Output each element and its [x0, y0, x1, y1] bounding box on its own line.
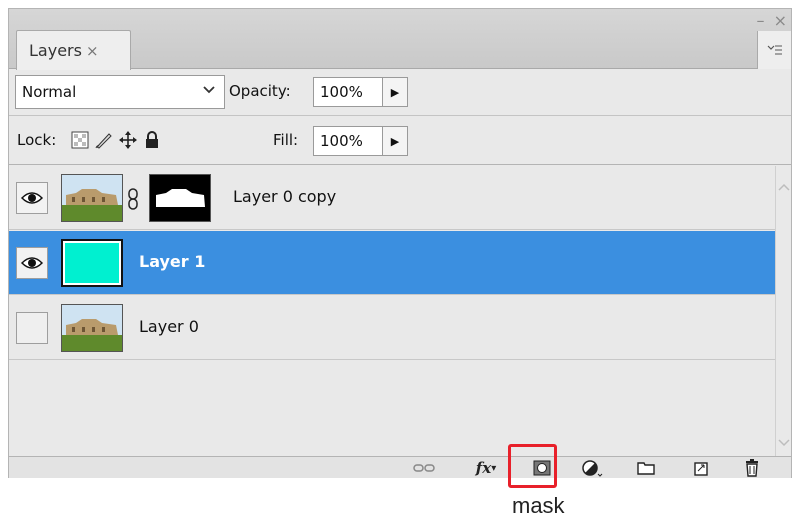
blend-opacity-row: Normal Opacity: 100% ▶: [9, 70, 791, 116]
layer-name[interactable]: Layer 1: [139, 252, 205, 271]
layers-panel: Layers × – × Normal Opacity: 100% ▶ Lock…: [8, 8, 792, 478]
fill-label: Fill:: [273, 131, 299, 149]
tab-close-icon[interactable]: ×: [86, 42, 99, 60]
lock-transparent-icon[interactable]: [69, 129, 91, 151]
tab-layers[interactable]: Layers ×: [16, 30, 131, 70]
layer-thumbnail: [61, 174, 123, 222]
lock-all-icon[interactable]: [141, 129, 163, 151]
eye-icon: [21, 257, 43, 269]
window-controls[interactable]: – ×: [757, 11, 790, 30]
visibility-toggle[interactable]: [16, 312, 48, 344]
mask-highlight-box: [508, 444, 557, 488]
opacity-slider-button[interactable]: ▶: [382, 77, 408, 107]
fill-slider-button[interactable]: ▶: [382, 126, 408, 156]
layer-row-layer-1[interactable]: Layer 1: [9, 231, 777, 295]
scroll-down-icon[interactable]: [778, 436, 790, 450]
blend-mode-value: Normal: [22, 83, 77, 101]
lock-image-icon[interactable]: [93, 129, 115, 151]
scroll-up-icon[interactable]: [778, 180, 790, 194]
layer-name[interactable]: Layer 0 copy: [233, 187, 336, 206]
layer-row-layer-0[interactable]: Layer 0: [9, 296, 777, 360]
fx-icon[interactable]: fx ▾: [471, 456, 501, 480]
visibility-toggle[interactable]: [16, 182, 48, 214]
tab-label: Layers: [29, 41, 82, 60]
delete-icon[interactable]: [739, 456, 765, 480]
lock-fill-row: Lock: Fill: 100% ▶: [9, 117, 791, 165]
lock-label: Lock:: [17, 131, 57, 149]
fx-label: fx: [475, 459, 492, 477]
lock-position-icon[interactable]: [117, 129, 139, 151]
layer-thumbnail: [61, 239, 123, 287]
new-group-icon[interactable]: [633, 456, 659, 480]
layers-scrollbar[interactable]: [775, 166, 791, 456]
panel-menu-icon[interactable]: [757, 31, 791, 69]
adjustment-layer-icon[interactable]: [577, 456, 607, 480]
layer-mask-link-icon[interactable]: [127, 188, 139, 214]
new-layer-icon[interactable]: [689, 456, 715, 480]
opacity-input[interactable]: 100%: [313, 77, 383, 107]
layer-name[interactable]: Layer 0: [139, 317, 199, 336]
eye-icon: [21, 192, 43, 204]
link-layers-icon[interactable]: [411, 456, 437, 480]
layer-mask-thumbnail: [149, 174, 211, 222]
chevron-down-icon: [202, 82, 216, 100]
mask-annotation-label: mask: [512, 493, 565, 518]
fill-input[interactable]: 100%: [313, 126, 383, 156]
layer-thumbnail: [61, 304, 123, 352]
layers-bottom-toolbar: fx ▾: [9, 456, 791, 478]
blend-mode-select[interactable]: Normal: [15, 75, 225, 109]
stage: Layers × – × Normal Opacity: 100% ▶ Lock…: [0, 0, 795, 524]
opacity-label: Opacity:: [229, 82, 291, 100]
panel-titlebar: Layers × – ×: [9, 9, 791, 70]
layer-row-layer-0-copy[interactable]: Layer 0 copy: [9, 166, 777, 230]
visibility-toggle[interactable]: [16, 247, 48, 279]
